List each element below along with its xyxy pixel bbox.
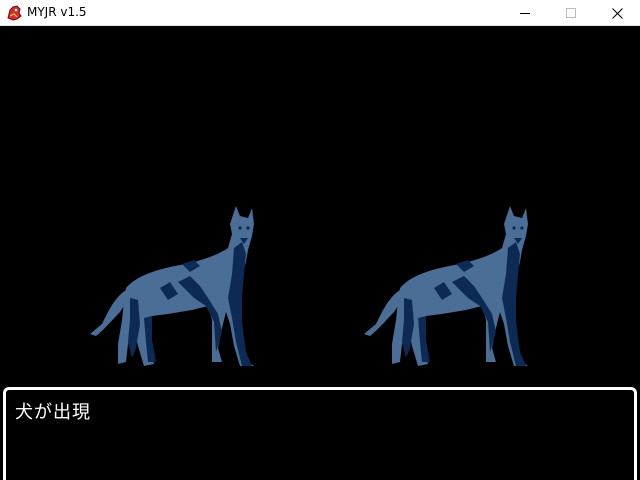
window-title: MYJR v1.5 bbox=[27, 5, 87, 19]
maximize-icon bbox=[566, 8, 576, 18]
app-icon bbox=[7, 5, 22, 21]
maximize-button[interactable] bbox=[548, 0, 594, 26]
battle-message: 犬が出現 bbox=[15, 402, 91, 423]
close-button[interactable] bbox=[594, 0, 640, 26]
minimize-icon bbox=[520, 13, 530, 14]
dog-enemy-sprite[interactable] bbox=[356, 202, 536, 372]
game-window: MYJR v1.5 犬が出現 bbox=[0, 0, 640, 480]
minimize-button[interactable] bbox=[502, 0, 548, 26]
dog-enemy-sprite[interactable] bbox=[82, 202, 262, 372]
close-icon bbox=[611, 7, 623, 19]
title-bar[interactable]: MYJR v1.5 bbox=[0, 0, 640, 26]
message-window[interactable]: 犬が出現 bbox=[3, 387, 637, 480]
